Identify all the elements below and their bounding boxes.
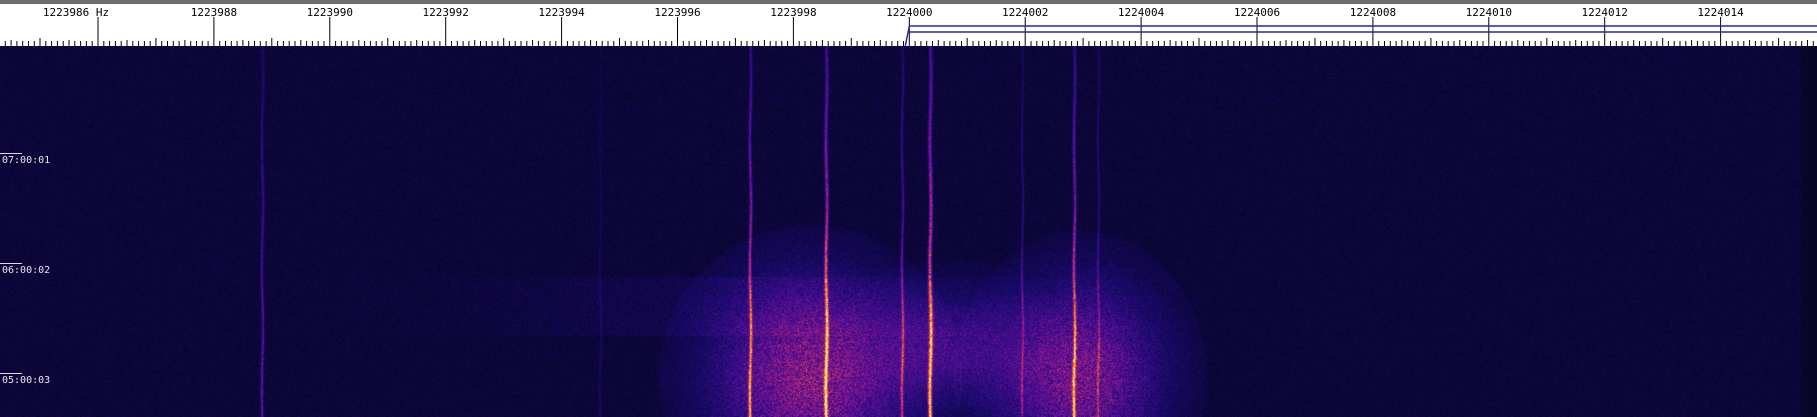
frequency-label: 1223992 bbox=[422, 6, 469, 19]
time-label: 05:00:03 bbox=[2, 375, 51, 386]
frequency-label: 1224000 bbox=[886, 6, 933, 19]
frequency-label: 1224008 bbox=[1349, 6, 1397, 19]
time-tick bbox=[0, 263, 22, 264]
waterfall-display[interactable]: 07:00:01 06:00:02 05:00:03 bbox=[0, 46, 1817, 417]
frequency-label: 1224004 bbox=[1117, 6, 1165, 19]
frequency-label: 1223990 bbox=[306, 6, 353, 19]
frequency-label: 1224014 bbox=[1697, 6, 1744, 19]
frequency-label: 1223994 bbox=[538, 6, 585, 19]
frequency-label: 1223998 bbox=[770, 6, 817, 19]
time-tick bbox=[0, 373, 22, 374]
frequency-ruler[interactable]: 1223986 Hz 1223988 1223990 1223992 1223994 12… bbox=[0, 4, 1817, 46]
frequency-label: 1224012 bbox=[1581, 6, 1628, 19]
frequency-label: 1224006 bbox=[1233, 6, 1281, 19]
waterfall-canvas[interactable] bbox=[0, 46, 1817, 417]
time-label: 06:00:02 bbox=[2, 265, 51, 276]
frequency-label: 1223986 Hz bbox=[42, 6, 110, 19]
frequency-label: 1224010 bbox=[1465, 6, 1512, 19]
time-label: 07:00:01 bbox=[2, 155, 51, 166]
frequency-label: 1224002 bbox=[1002, 6, 1049, 19]
time-tick bbox=[0, 153, 22, 154]
frequency-label: 1223996 bbox=[654, 6, 701, 19]
frequency-label: 1223988 bbox=[190, 6, 238, 19]
